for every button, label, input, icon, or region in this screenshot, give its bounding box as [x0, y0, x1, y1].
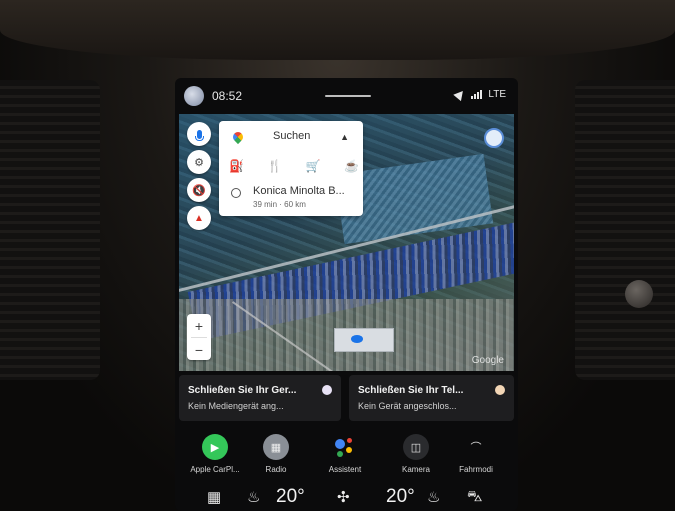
app-grid-icon[interactable]: ▦ [207, 488, 221, 506]
signal-strength-icon [471, 90, 483, 99]
left-air-vent [0, 80, 100, 380]
satellite-map[interactable]: ⚙ 🔇 ▲ + − Suchen ▲ ⛽ 🍴 🛒 ☕ Konica Minolt [179, 114, 514, 371]
collapse-chevron-icon[interactable]: ▲ [340, 132, 349, 142]
recent-destination[interactable]: Konica Minolta B... [253, 185, 345, 197]
car-icon[interactable]: ⛍ [467, 488, 482, 507]
maps-logo-icon [230, 129, 246, 145]
media-card-left[interactable]: Schließen Sie Ihr Ger... Kein Mediengerä… [179, 375, 341, 421]
radio-icon: ▦ [263, 434, 289, 460]
mute-guidance-button[interactable]: 🔇 [187, 178, 211, 202]
search-button[interactable]: Suchen [273, 130, 310, 142]
search-panel: Suchen ▲ ⛽ 🍴 🛒 ☕ Konica Minolta B... 39 … [219, 121, 363, 216]
map-settings-button[interactable]: ⚙ [187, 150, 211, 174]
volume-knob [625, 280, 653, 308]
compass-button[interactable]: ▲ [187, 206, 211, 230]
phone-card-subtitle: Kein Gerät angeschlos... [358, 401, 457, 411]
shopping-cart-icon[interactable]: 🛒 [306, 159, 321, 173]
voice-search-button[interactable] [187, 122, 211, 146]
gas-station-icon[interactable]: ⛽ [229, 159, 244, 173]
app-label: Assistent [328, 465, 362, 474]
muted-speaker-icon: 🔇 [192, 184, 206, 197]
zoom-in-button[interactable]: + [187, 314, 211, 337]
compass-icon: ▲ [194, 212, 204, 224]
microphone-icon [194, 129, 204, 141]
network-type: LTE [488, 89, 506, 100]
left-temperature[interactable]: 20° [276, 486, 305, 508]
history-clock-icon [231, 188, 241, 198]
gear-icon: ⚙ [194, 156, 204, 169]
phone-source-icon [495, 385, 505, 395]
media-card-right[interactable]: Schließen Sie Ihr Tel... Kein Gerät ange… [349, 375, 514, 421]
notification-pull-handle[interactable] [325, 95, 371, 97]
zoom-controls: + − [187, 314, 211, 360]
seat-heating-right-icon[interactable]: ♨ [427, 488, 440, 506]
recent-destination-eta: 39 min · 60 km [253, 200, 306, 209]
restaurant-icon[interactable]: 🍴 [267, 159, 282, 173]
drive-mode-icon: ⌒ [470, 442, 482, 454]
account-icon[interactable] [484, 128, 504, 148]
app-radio[interactable]: ▦ Radio [241, 434, 311, 474]
app-drive-modes[interactable]: ⌒ Fahrmodi [441, 434, 511, 474]
clock-time: 08:52 [212, 89, 243, 103]
infotainment-screen: 08:52 LTE ⚙ 🔇 ▲ + − Suchen ▲ ⛽ 🍴 🛒 ☕ Kon… [175, 78, 518, 511]
media-card-subtitle: Kein Mediengerät ang... [188, 401, 284, 411]
carplay-icon: ▶ [202, 434, 228, 460]
app-label: Radio [265, 465, 287, 474]
right-temperature[interactable]: 20° [386, 486, 415, 508]
zoom-out-button[interactable]: − [187, 338, 211, 361]
navigation-arrow-icon [453, 87, 468, 102]
climate-bar: ▦ ♨ 20° ✣ 20° ♨ ⛍ [175, 483, 518, 511]
seat-heating-left-icon[interactable]: ♨ [247, 488, 260, 506]
map-attribution: Google [471, 355, 504, 366]
category-shortcuts: ⛽ 🍴 🛒 ☕ [229, 159, 359, 173]
app-assistant[interactable]: Assistent [310, 434, 380, 474]
phone-card-title: Schließen Sie Ihr Tel... [358, 385, 464, 396]
app-label: Apple CarPl... [190, 465, 240, 474]
coffee-icon[interactable]: ☕ [344, 159, 359, 173]
app-apple-carplay[interactable]: ▶ Apple CarPl... [180, 434, 250, 474]
dashboard-top [0, 0, 675, 60]
map-location-pin [351, 335, 363, 343]
assistant-icon [332, 434, 358, 460]
media-source-icon [322, 385, 332, 395]
fan-icon[interactable]: ✣ [337, 488, 350, 506]
camera-icon: ◫ [403, 434, 429, 460]
media-card-title: Schließen Sie Ihr Ger... [188, 385, 297, 396]
user-avatar[interactable] [184, 86, 204, 106]
status-icons: LTE [453, 87, 506, 102]
map-building [334, 328, 394, 352]
status-bar: 08:52 LTE [175, 78, 518, 114]
right-air-vent [575, 80, 675, 380]
app-label: Fahrmodi [459, 465, 493, 474]
